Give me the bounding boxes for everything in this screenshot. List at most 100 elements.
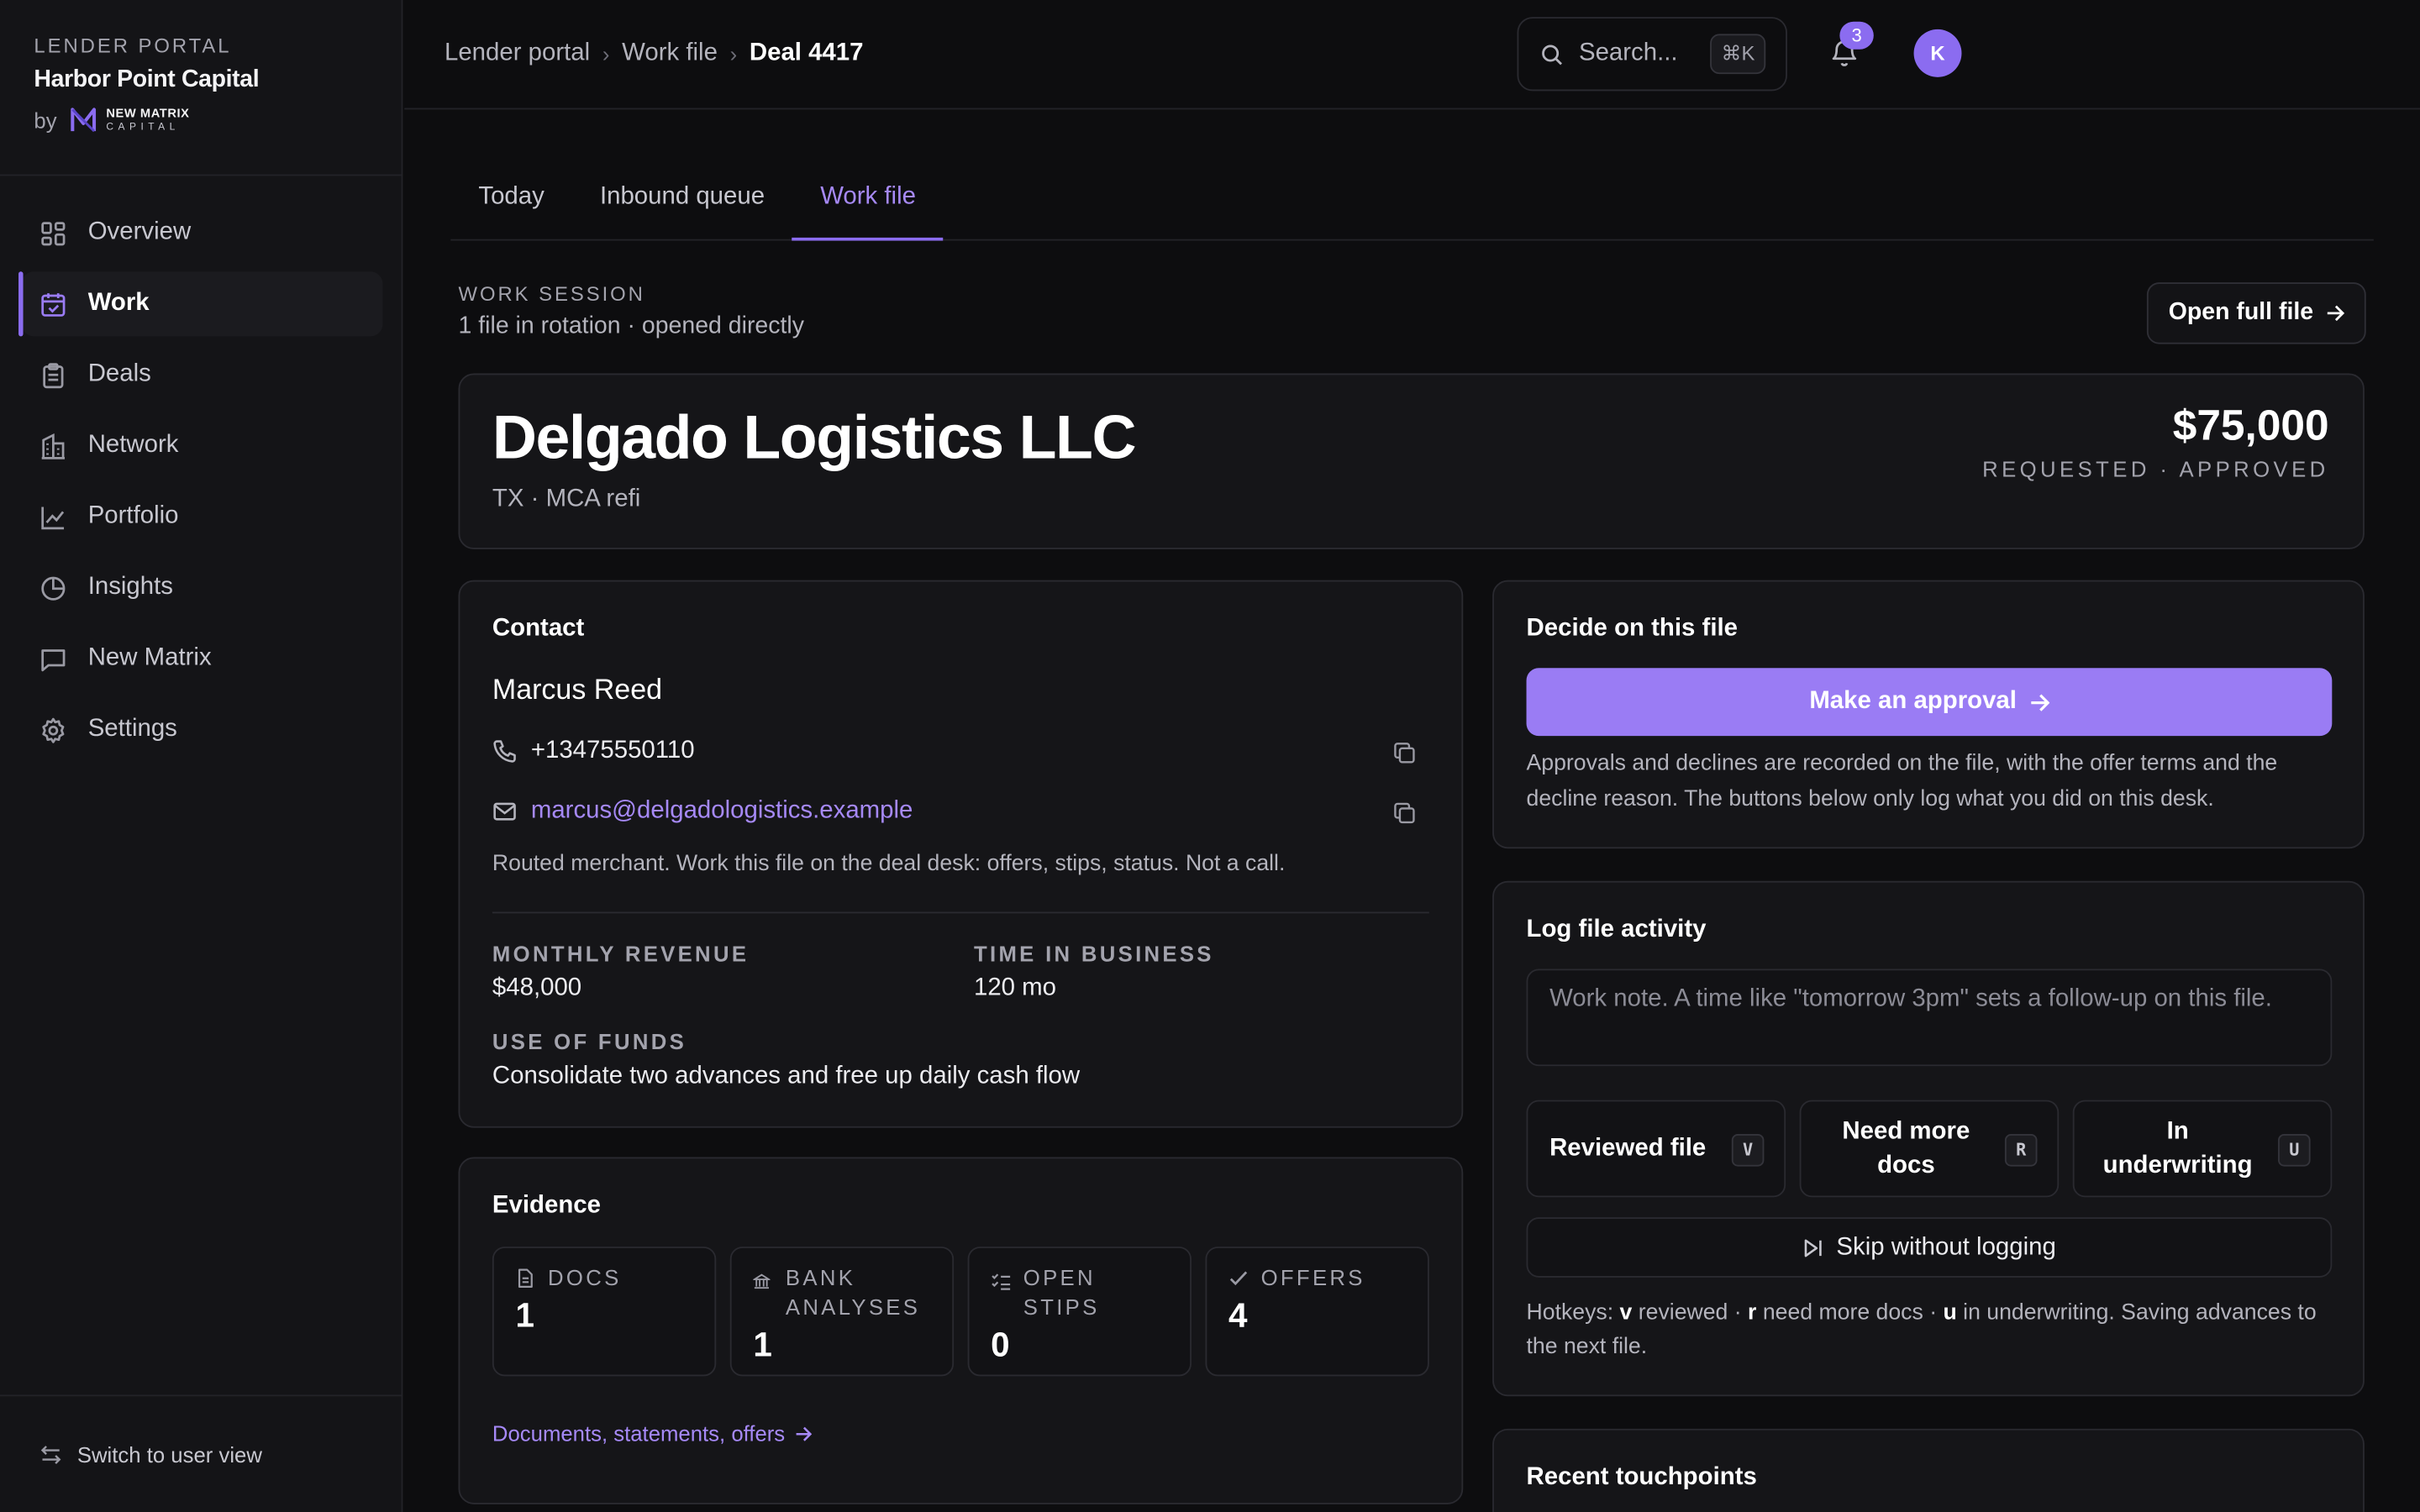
contact-email-row: marcus@delgadologistics.example <box>492 798 913 826</box>
recent-touchpoints-card: Recent touchpoints <box>1492 1428 2365 1512</box>
sidebar-item-label: Settings <box>87 716 177 743</box>
sidebar-item-label: Deals <box>87 360 151 388</box>
sidebar-item-deals[interactable]: Deals <box>22 343 383 407</box>
bank-analyses-value: 1 <box>753 1325 772 1364</box>
work-note-placeholder: Work note. A time like "tomorrow 3pm" se… <box>1549 985 2272 1012</box>
decide-title: Decide on this file <box>1526 615 1739 643</box>
work-note-input[interactable]: Work note. A time like "tomorrow 3pm" se… <box>1526 969 2333 1067</box>
sidebar-item-label: Overview <box>87 218 192 246</box>
breadcrumb-lender-portal[interactable]: Lender portal <box>445 40 590 68</box>
search-icon <box>1540 43 1564 66</box>
evidence-stips-label: OPEN STIPS <box>991 1263 1099 1322</box>
evidence-offers-label: OFFERS <box>1228 1263 1365 1293</box>
documents-statements-offers-link[interactable]: Documents, statements, offers <box>492 1420 812 1446</box>
clipboard-icon <box>40 362 66 388</box>
breadcrumb-work-file[interactable]: Work file <box>622 40 718 68</box>
arrow-right-icon <box>2029 692 2049 712</box>
swap-icon <box>40 1443 62 1465</box>
evidence-offers[interactable]: OFFERS 4 <box>1205 1247 1429 1377</box>
evidence-docs[interactable]: DOCS 1 <box>492 1247 717 1377</box>
hotkey-u-key: u <box>1943 1300 1957 1326</box>
tab-inbound-queue[interactable]: Inbound queue <box>572 162 792 239</box>
skip-forward-icon <box>1802 1236 1824 1258</box>
divider <box>492 911 1429 914</box>
tab-bar: Today Inbound queue Work file <box>450 162 2374 241</box>
hotkey-r-key: r <box>1748 1300 1757 1326</box>
new-matrix-logo-text: NEW MATRIX CAPITAL <box>106 107 189 133</box>
decide-note: Approvals and declines are recorded on t… <box>1526 751 2278 812</box>
offers-label-text: OFFERS <box>1260 1265 1365 1290</box>
sidebar-item-label: Network <box>87 432 179 459</box>
bank-label-line-1: BANK <box>785 1265 856 1290</box>
log-title: Log file activity <box>1526 916 1707 943</box>
breadcrumb: Lender portal › Work file › Deal 4417 <box>445 40 864 68</box>
stips-label-line-1: OPEN <box>1023 1265 1096 1290</box>
contact-phone[interactable]: +13475550110 <box>531 738 695 765</box>
contact-email-link[interactable]: marcus@delgadologistics.example <box>531 798 913 826</box>
copy-icon[interactable] <box>1392 741 1417 765</box>
sidebar-item-portfolio[interactable]: Portfolio <box>22 485 383 549</box>
chevron-right-icon: › <box>729 41 738 66</box>
bank-label-text: BANK ANALYSES <box>786 1263 920 1322</box>
open-stips-value: 0 <box>991 1325 1010 1364</box>
copy-icon[interactable] <box>1392 801 1417 825</box>
decide-card: Decide on this file Make an approval App… <box>1492 580 2365 849</box>
sidebar-item-insights[interactable]: Insights <box>22 555 383 620</box>
deal-subtitle: TX · MCA refi <box>492 486 641 512</box>
sidebar-item-label: Work <box>87 290 150 317</box>
sidebar-item-new-matrix[interactable]: New Matrix <box>22 627 383 691</box>
evidence-open-stips[interactable]: OPEN STIPS 0 <box>967 1247 1192 1377</box>
check-icon <box>1228 1268 1249 1289</box>
mail-icon <box>492 799 517 823</box>
notification-count-badge: 3 <box>1839 21 1874 50</box>
checklist-icon <box>991 1271 1011 1291</box>
skip-label: Skip without logging <box>1836 1233 2056 1260</box>
in-underwriting-button[interactable]: In underwriting U <box>2072 1100 2333 1198</box>
bank-label-line-2: ANALYSES <box>785 1294 921 1320</box>
avatar[interactable]: K <box>1913 29 1962 77</box>
chevron-right-icon: › <box>602 41 610 66</box>
evidence-link-label: Documents, statements, offers <box>492 1420 786 1446</box>
sidebar: LENDER PORTAL Harbor Point Capital by NE… <box>0 0 403 1512</box>
sidebar-item-work[interactable]: Work <box>18 271 383 337</box>
evidence-card: Evidence DOCS 1 BANK ANALYSES 1 OPEN STIPS… <box>458 1157 1464 1504</box>
calendar-check-icon <box>40 291 66 317</box>
deal-amount: $75,000 <box>2172 401 2329 449</box>
need-more-docs-label: Need more docs <box>1842 1117 1970 1179</box>
make-approval-button[interactable]: Make an approval <box>1526 668 2333 737</box>
log-activity-card: Log file activity Work note. A time like… <box>1492 880 2365 1397</box>
use-of-funds-value: Consolidate two advances and free up dai… <box>492 1063 1081 1089</box>
contact-name: Marcus Reed <box>492 672 662 706</box>
brand-byline: by NEW MATRIX CAPITAL <box>34 107 367 134</box>
deal-status: REQUESTED · APPROVED <box>1982 456 2329 482</box>
hotkey-r: R <box>2004 1134 2038 1167</box>
time-in-business-value: 120 mo <box>973 974 1057 1002</box>
sidebar-item-label: New Matrix <box>87 644 212 671</box>
need-more-docs-button[interactable]: Need more docs R <box>1799 1100 2060 1198</box>
search-input[interactable]: Search... ⌘K <box>1517 17 1787 92</box>
gear-icon <box>40 717 66 743</box>
open-full-file-button[interactable]: Open full file <box>2146 282 2366 344</box>
evidence-bank-analyses[interactable]: BANK ANALYSES 1 <box>729 1247 955 1377</box>
breadcrumb-current: Deal 4417 <box>749 39 864 66</box>
skip-without-logging-button[interactable]: Skip without logging <box>1526 1217 2333 1278</box>
sidebar-item-network[interactable]: Network <box>22 413 383 478</box>
hotkey-v-key: v <box>1619 1300 1633 1326</box>
offers-value: 4 <box>1228 1295 1248 1335</box>
switch-to-user-view-button[interactable]: Switch to user view <box>0 1394 402 1512</box>
reviewed-file-button[interactable]: Reviewed file V <box>1526 1100 1786 1198</box>
sidebar-nav: Overview Work Deals Network Portfolio In… <box>0 176 402 762</box>
tab-work-file[interactable]: Work file <box>792 162 944 241</box>
open-full-file-label: Open full file <box>2168 299 2314 326</box>
recent-touchpoints-title: Recent touchpoints <box>1526 1464 1757 1491</box>
docs-value: 1 <box>515 1295 534 1335</box>
make-approval-label: Make an approval <box>1809 688 2017 715</box>
time-in-business-label: TIME IN BUSINESS <box>973 941 1214 966</box>
brand-name: Harbor Point Capital <box>34 66 260 93</box>
sidebar-item-overview[interactable]: Overview <box>22 201 383 265</box>
sidebar-item-settings[interactable]: Settings <box>22 697 383 762</box>
evidence-title: Evidence <box>492 1192 601 1220</box>
search-shortcut: ⌘K <box>1710 34 1766 75</box>
session-subtitle: 1 file in rotation · opened directly <box>458 312 804 340</box>
tab-today[interactable]: Today <box>450 162 572 239</box>
